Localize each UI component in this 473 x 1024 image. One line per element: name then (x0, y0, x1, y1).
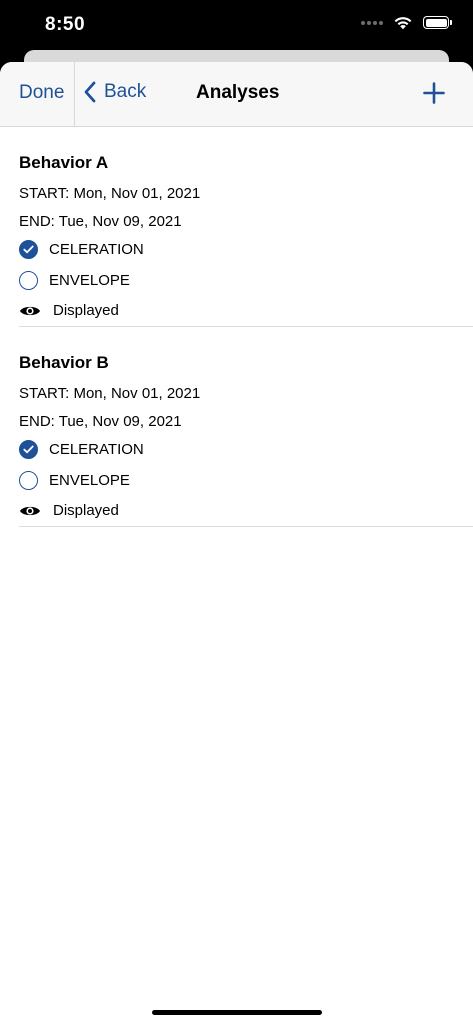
cellular-signal-icon (361, 20, 383, 25)
analysis-item[interactable]: Behavior A START: Mon, Nov 01, 2021 END:… (19, 127, 473, 327)
envelope-option[interactable]: ENVELOPE (19, 271, 130, 290)
app-screen: 8:50 Done Back Analyses Behavior A START… (0, 0, 473, 1024)
battery-icon (423, 16, 452, 29)
displayed-label: Displayed (53, 502, 119, 519)
status-time: 8:50 (45, 14, 86, 35)
option-label: ENVELOPE (49, 272, 130, 289)
displayed-label: Displayed (53, 302, 119, 319)
wifi-icon (394, 17, 412, 30)
done-button[interactable]: Done (19, 82, 64, 104)
empty-circle-icon[interactable] (19, 271, 38, 290)
chevron-left-icon (84, 81, 96, 103)
status-bar: 8:50 (0, 0, 473, 50)
analyses-list: Behavior A START: Mon, Nov 01, 2021 END:… (0, 127, 473, 527)
back-label: Back (104, 81, 147, 102)
analysis-end-date: END: Tue, Nov 09, 2021 (19, 413, 182, 430)
analysis-end-date: END: Tue, Nov 09, 2021 (19, 213, 182, 230)
celeration-option[interactable]: CELERATION (19, 440, 144, 459)
analysis-name: Behavior A (19, 153, 109, 172)
envelope-option[interactable]: ENVELOPE (19, 471, 130, 490)
option-label: CELERATION (49, 441, 144, 458)
checkmark-circle-icon[interactable] (19, 240, 38, 259)
status-icons (361, 15, 452, 30)
empty-circle-icon[interactable] (19, 471, 38, 490)
eye-icon (20, 306, 40, 315)
displayed-toggle[interactable]: Displayed (19, 302, 119, 319)
back-button[interactable]: Back (83, 81, 146, 103)
checkmark-circle-icon[interactable] (19, 440, 38, 459)
analysis-start-date: START: Mon, Nov 01, 2021 (19, 185, 201, 202)
option-label: ENVELOPE (49, 472, 130, 489)
analysis-item[interactable]: Behavior B START: Mon, Nov 01, 2021 END:… (19, 327, 473, 527)
navigation-bar: Done Back Analyses (0, 62, 473, 127)
celeration-option[interactable]: CELERATION (19, 240, 144, 259)
nav-divider (74, 62, 75, 126)
plus-icon[interactable] (423, 82, 445, 104)
analysis-start-date: START: Mon, Nov 01, 2021 (19, 385, 201, 402)
displayed-toggle[interactable]: Displayed (19, 502, 119, 519)
analyses-sheet: Done Back Analyses Behavior A START: Mon… (0, 62, 473, 1024)
page-title: Analyses (196, 82, 280, 103)
analysis-name: Behavior B (19, 353, 109, 372)
eye-icon (20, 506, 40, 515)
option-label: CELERATION (49, 241, 144, 258)
home-indicator[interactable] (152, 1010, 322, 1015)
